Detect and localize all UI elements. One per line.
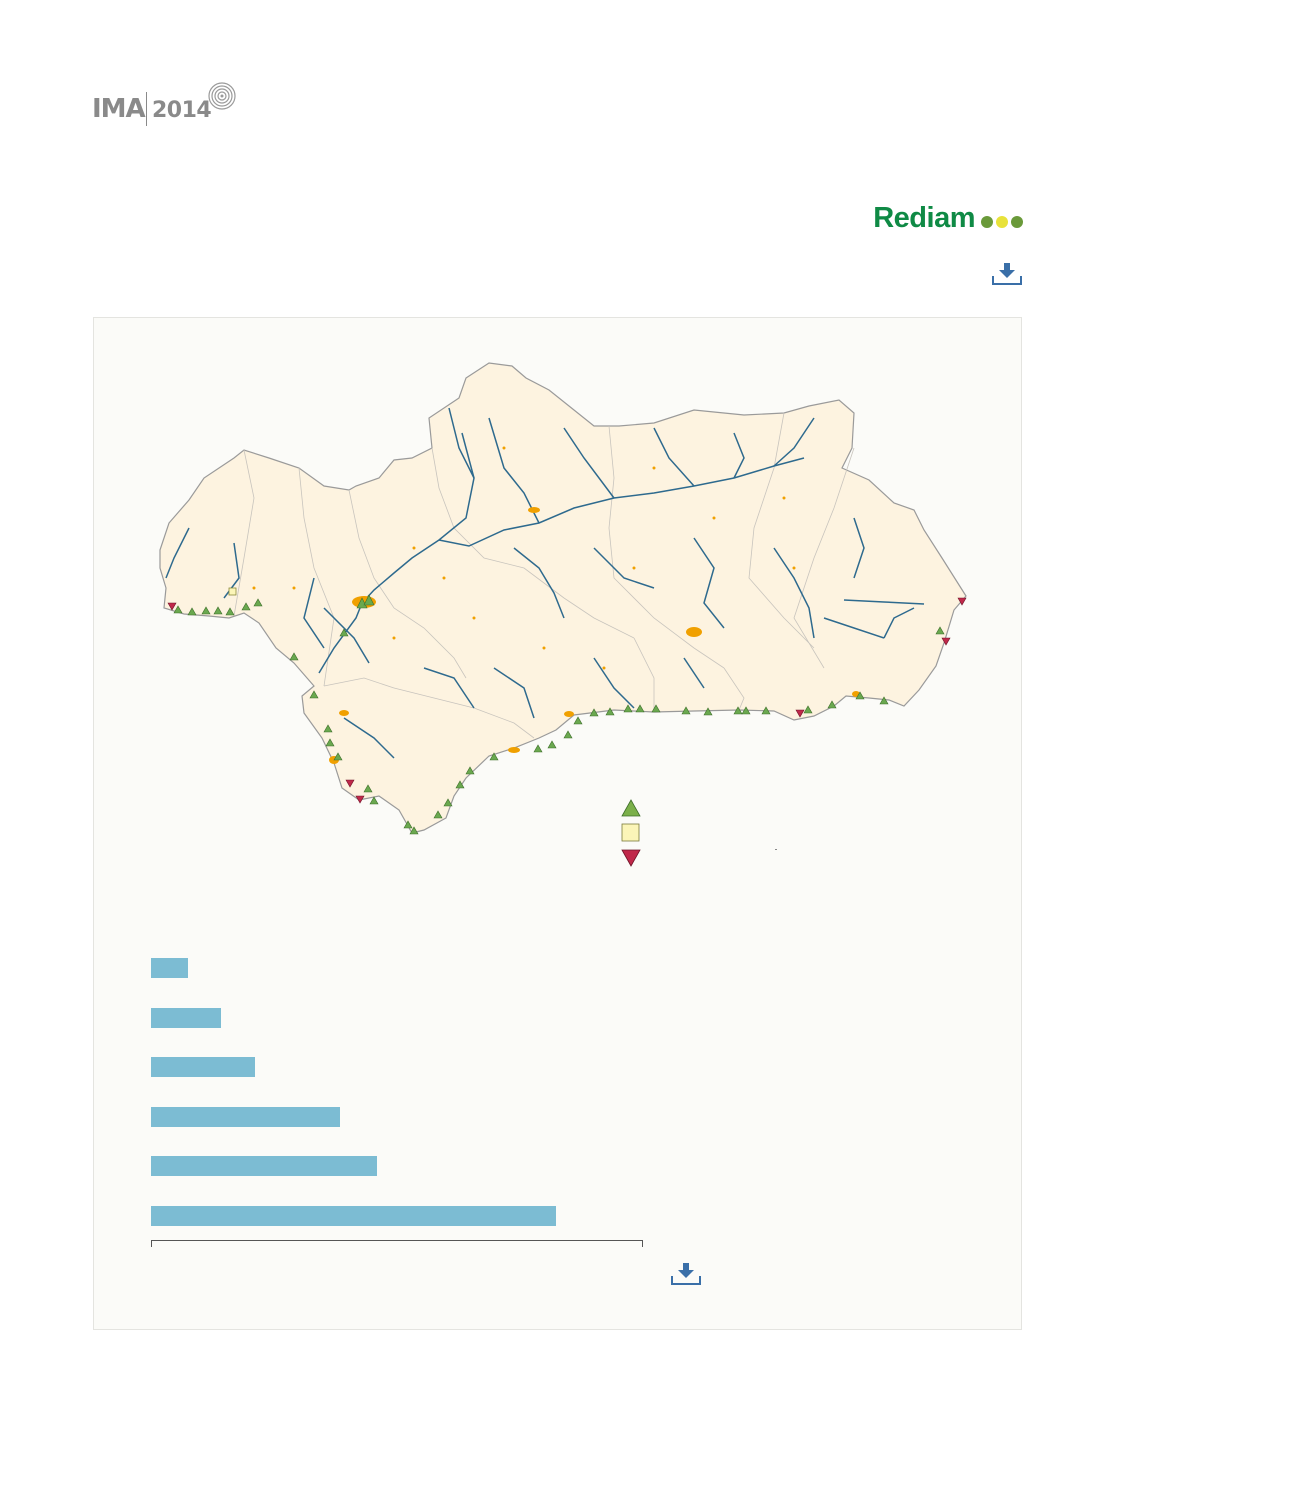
legend-good-symbol [621,799,641,817]
map-speck [775,849,777,850]
logo-ima-text: IMA [92,94,146,124]
bar [151,1007,221,1028]
region-shape [159,362,967,834]
rediam-dots [981,216,1023,228]
x-axis-tick [642,1240,643,1247]
bar [151,1206,556,1226]
x-axis-tick [151,1240,152,1247]
bar-chart [151,956,651,1256]
rediam-text: Rediam [873,201,975,234]
ima-2014-logo: IMA 2014 [92,80,242,130]
logo-separator [146,92,147,126]
andalusia-map [159,362,967,867]
bar [151,1057,255,1078]
bar [151,1106,340,1127]
content-panel [93,317,1022,1330]
rediam-logo: Rediam [873,200,1023,236]
bar [151,958,188,978]
legend-poor-symbol [621,849,641,867]
beach-marker-fair [228,587,237,596]
rediam-dot [1011,216,1023,228]
swirl-icon [208,82,236,110]
download-icon[interactable] [670,1262,702,1286]
rediam-dot [996,216,1008,228]
legend-fair-symbol [621,823,640,842]
download-icon[interactable] [991,262,1023,286]
logo-year-text: 2014 [152,98,212,123]
bar [151,1156,377,1177]
map-legend [621,799,641,867]
x-axis-line [151,1240,643,1241]
rediam-dot [981,216,993,228]
